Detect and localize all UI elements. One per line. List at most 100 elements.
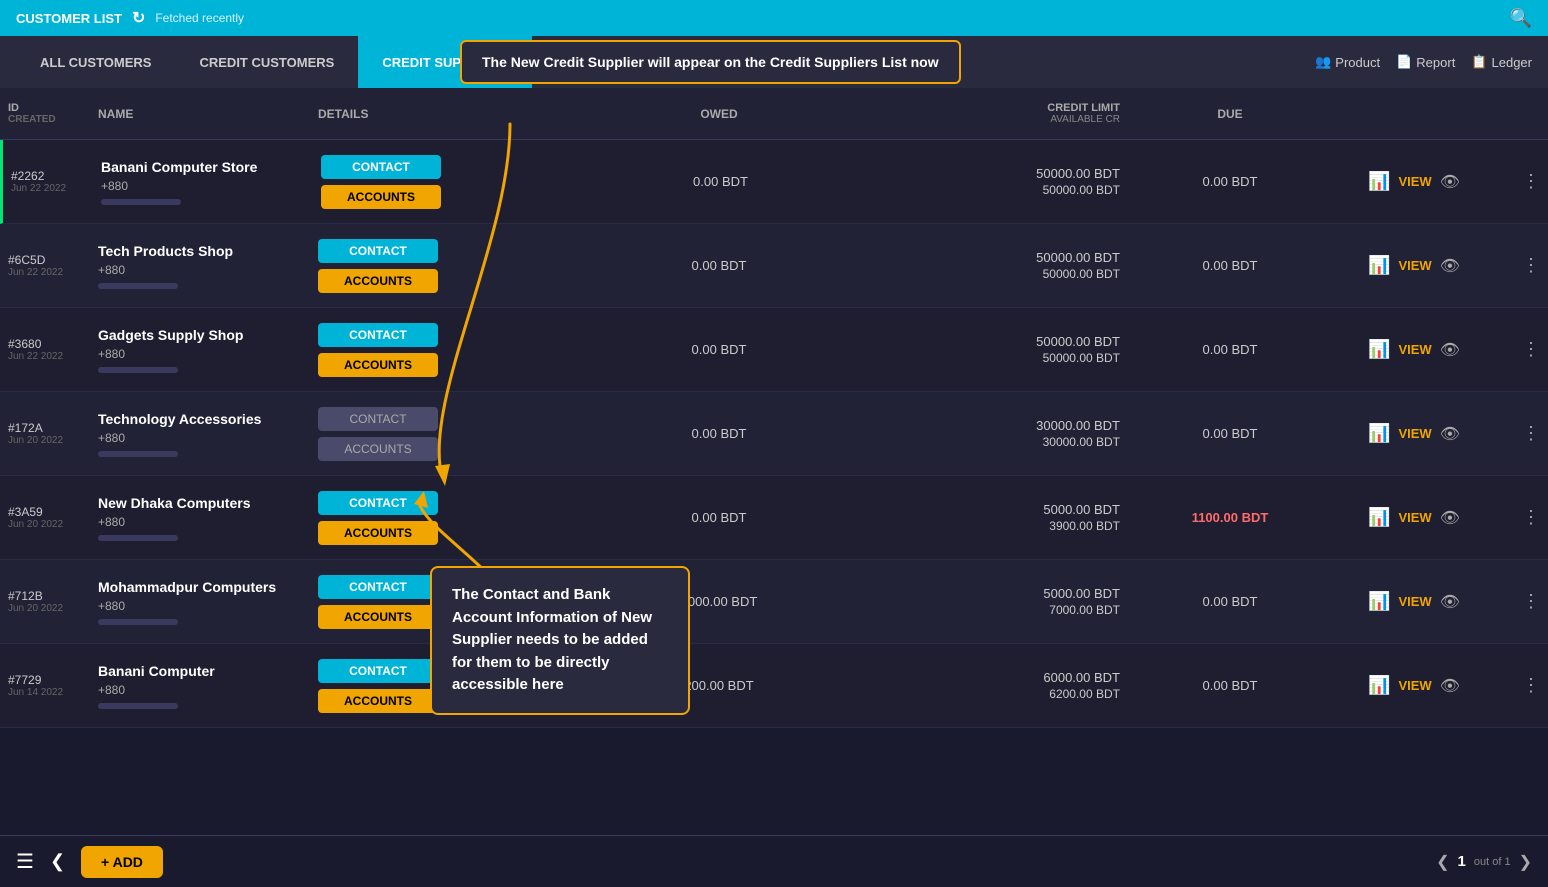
tab-bar-actions: 👥 Product 📄 Report 📋 Ledger bbox=[1315, 54, 1532, 70]
row-id: #3A59 Jun 20 2022 bbox=[8, 505, 98, 530]
row-name: Gadgets Supply Shop +880 bbox=[98, 327, 318, 373]
table-row: #7729 Jun 14 2022 Banani Computer +880 C… bbox=[0, 644, 1548, 728]
ledger-action[interactable]: 📋 Ledger bbox=[1471, 54, 1532, 70]
page-out-of: out of 1 bbox=[1474, 856, 1511, 868]
row-details: CONTACT ACCOUNTS bbox=[318, 323, 518, 377]
contact-button[interactable]: CONTACT bbox=[318, 659, 438, 683]
row-actions: 📊 VIEW 👁 bbox=[1340, 339, 1460, 360]
chart-icon[interactable]: 📊 bbox=[1368, 423, 1390, 444]
row-due: 0.00 BDT bbox=[1120, 342, 1340, 357]
more-icon[interactable]: ⋮ bbox=[1522, 591, 1540, 612]
accounts-button[interactable]: ACCOUNTS bbox=[318, 521, 438, 545]
table-row: #3680 Jun 22 2022 Gadgets Supply Shop +8… bbox=[0, 308, 1548, 392]
table-header: ID Created NAME DETAILS OWED CREDIT LIMI… bbox=[0, 88, 1548, 140]
row-id: #6C5D Jun 22 2022 bbox=[8, 253, 98, 278]
chart-icon[interactable]: 📊 bbox=[1368, 339, 1390, 360]
row-owed: 0.00 BDT bbox=[518, 426, 920, 441]
contact-button[interactable]: CONTACT bbox=[318, 491, 438, 515]
tab-credit-customers[interactable]: CREDIT CUSTOMERS bbox=[175, 36, 358, 88]
eye-icon[interactable]: 👁 bbox=[1440, 340, 1460, 360]
chart-icon[interactable]: 📊 bbox=[1368, 171, 1390, 192]
contact-button[interactable]: CONTACT bbox=[321, 155, 441, 179]
fetched-text: Fetched recently bbox=[155, 11, 244, 25]
table-row: #6C5D Jun 22 2022 Tech Products Shop +88… bbox=[0, 224, 1548, 308]
row-actions: 📊 VIEW 👁 bbox=[1340, 591, 1460, 612]
row-due: 0.00 BDT bbox=[1120, 426, 1340, 441]
row-due: 0.00 BDT bbox=[1120, 258, 1340, 273]
hamburger-icon[interactable]: ☰ bbox=[16, 849, 34, 874]
accounts-button[interactable]: ACCOUNTS bbox=[318, 605, 438, 629]
eye-icon[interactable]: 👁 bbox=[1440, 172, 1460, 192]
row-actions: 📊 VIEW 👁 bbox=[1340, 255, 1460, 276]
app-title: CUSTOMER LIST bbox=[16, 11, 122, 26]
accounts-button[interactable]: ACCOUNTS bbox=[321, 185, 441, 209]
report-action[interactable]: 📄 Report bbox=[1396, 54, 1455, 70]
eye-icon[interactable]: 👁 bbox=[1440, 676, 1460, 696]
row-credit-limit: 50000.00 BDT 50000.00 BDT bbox=[920, 166, 1120, 197]
view-button[interactable]: VIEW bbox=[1398, 594, 1431, 609]
row-owed: 0.00 BDT bbox=[518, 258, 920, 273]
row-name: New Dhaka Computers +880 bbox=[98, 495, 318, 541]
row-due: 0.00 BDT bbox=[1120, 678, 1340, 693]
view-button[interactable]: VIEW bbox=[1398, 426, 1431, 441]
view-button[interactable]: VIEW bbox=[1398, 510, 1431, 525]
header-id: ID bbox=[8, 102, 98, 114]
eye-icon[interactable]: 👁 bbox=[1440, 256, 1460, 276]
chart-icon[interactable]: 📊 bbox=[1368, 507, 1390, 528]
chart-icon[interactable]: 📊 bbox=[1368, 255, 1390, 276]
view-button[interactable]: VIEW bbox=[1398, 678, 1431, 693]
row-name: Banani Computer +880 bbox=[98, 663, 318, 709]
accounts-button[interactable]: ACCOUNTS bbox=[318, 269, 438, 293]
header-credit-limit: CREDIT LIMIT bbox=[1047, 102, 1120, 114]
accounts-button[interactable]: ACCOUNTS bbox=[318, 437, 438, 461]
tab-bar: ALL CUSTOMERS CREDIT CUSTOMERS CREDIT SU… bbox=[0, 36, 1548, 88]
row-credit-limit: 50000.00 BDT 50000.00 BDT bbox=[920, 250, 1120, 281]
more-icon[interactable]: ⋮ bbox=[1522, 339, 1540, 360]
row-due: 0.00 BDT bbox=[1120, 174, 1340, 189]
row-name: Mohammadpur Computers +880 bbox=[98, 579, 318, 625]
back-icon[interactable]: ❮ bbox=[50, 851, 65, 872]
more-icon[interactable]: ⋮ bbox=[1522, 675, 1540, 696]
row-details: CONTACT ACCOUNTS bbox=[318, 491, 518, 545]
table-row: #2262 Jun 22 2022 Banani Computer Store … bbox=[0, 140, 1548, 224]
view-button[interactable]: VIEW bbox=[1398, 174, 1431, 189]
header-name: NAME bbox=[98, 107, 318, 121]
view-button[interactable]: VIEW bbox=[1398, 258, 1431, 273]
page-number: 1 bbox=[1458, 853, 1466, 870]
more-icon[interactable]: ⋮ bbox=[1522, 423, 1540, 444]
row-id: #172A Jun 20 2022 bbox=[8, 421, 98, 446]
row-details: CONTACT ACCOUNTS bbox=[318, 407, 518, 461]
row-owed: 0.00 BDT bbox=[518, 510, 920, 525]
row-actions: 📊 VIEW 👁 bbox=[1340, 675, 1460, 696]
row-due: 1100.00 BDT bbox=[1120, 510, 1340, 525]
eye-icon[interactable]: 👁 bbox=[1440, 508, 1460, 528]
accounts-button[interactable]: ACCOUNTS bbox=[318, 353, 438, 377]
product-action[interactable]: 👥 Product bbox=[1315, 54, 1380, 70]
pagination-next[interactable]: ❯ bbox=[1519, 852, 1532, 872]
contact-button[interactable]: CONTACT bbox=[318, 575, 438, 599]
more-icon[interactable]: ⋮ bbox=[1522, 171, 1540, 192]
row-name: Banani Computer Store +880 bbox=[101, 159, 321, 205]
add-button[interactable]: + ADD bbox=[81, 846, 163, 878]
pagination-prev[interactable]: ❮ bbox=[1436, 852, 1449, 872]
view-button[interactable]: VIEW bbox=[1398, 342, 1431, 357]
row-credit-limit: 30000.00 BDT 30000.00 BDT bbox=[920, 418, 1120, 449]
chart-icon[interactable]: 📊 bbox=[1368, 675, 1390, 696]
row-owed: 0.00 BDT bbox=[518, 342, 920, 357]
chart-icon[interactable]: 📊 bbox=[1368, 591, 1390, 612]
more-icon[interactable]: ⋮ bbox=[1522, 255, 1540, 276]
row-id: #2262 Jun 22 2022 bbox=[11, 169, 101, 194]
eye-icon[interactable]: 👁 bbox=[1440, 592, 1460, 612]
tab-all-customers[interactable]: ALL CUSTOMERS bbox=[16, 36, 175, 88]
row-name: Tech Products Shop +880 bbox=[98, 243, 318, 289]
more-icon[interactable]: ⋮ bbox=[1522, 507, 1540, 528]
accounts-button[interactable]: ACCOUNTS bbox=[318, 689, 438, 713]
refresh-icon[interactable]: ↻ bbox=[132, 8, 145, 28]
row-id: #3680 Jun 22 2022 bbox=[8, 337, 98, 362]
contact-button[interactable]: CONTACT bbox=[318, 323, 438, 347]
table-row: #712B Jun 20 2022 Mohammadpur Computers … bbox=[0, 560, 1548, 644]
eye-icon[interactable]: 👁 bbox=[1440, 424, 1460, 444]
contact-button[interactable]: CONTACT bbox=[318, 239, 438, 263]
contact-button[interactable]: CONTACT bbox=[318, 407, 438, 431]
search-icon[interactable]: 🔍 bbox=[1510, 8, 1532, 29]
